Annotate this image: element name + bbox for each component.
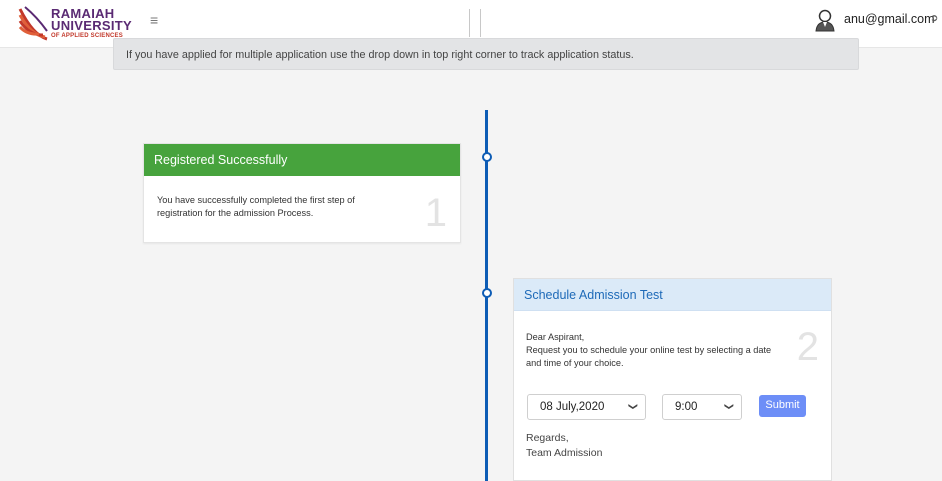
step-number: 2 [796, 325, 819, 369]
step-description: Dear Aspirant, Request you to schedule y… [514, 311, 784, 370]
time-select[interactable]: 9:00 ❯ [662, 394, 742, 420]
user-email[interactable]: anu@gmail.com [844, 12, 935, 26]
timeline-dot [481, 288, 492, 298]
date-select-value: 08 July,2020 [540, 401, 605, 413]
step-title: Schedule Admission Test [514, 279, 831, 311]
logout-icon[interactable]: ➲ [930, 13, 938, 24]
timeline-dot [481, 152, 492, 162]
header-divider [469, 9, 470, 37]
step-description: You have successfully completed the firs… [157, 195, 355, 218]
submit-button[interactable]: Submit [759, 395, 806, 417]
step-title: Registered Successfully [144, 144, 460, 176]
date-select[interactable]: 08 July,2020 ❯ [527, 394, 646, 420]
time-select-value: 9:00 [675, 401, 698, 413]
user-avatar-icon[interactable] [814, 8, 836, 32]
logo-emblem-icon [18, 6, 48, 41]
step-card-registered: Registered Successfully You have success… [143, 143, 461, 243]
info-banner: If you have applied for multiple applica… [113, 38, 859, 70]
hamburger-icon[interactable]: ≡ [150, 12, 158, 28]
step-card-schedule-test: Schedule Admission Test Dear Aspirant, R… [513, 278, 832, 481]
instruction-text: Request you to schedule your online test… [526, 345, 772, 368]
header-divider [480, 9, 481, 37]
logo-line-2: UNIVERSITY [51, 18, 133, 33]
chevron-down-icon: ❯ [628, 402, 639, 411]
step-number: 1 [424, 191, 447, 235]
signature: Regards, Team Admission [526, 431, 602, 461]
regards-text: Regards, [526, 432, 569, 444]
chevron-down-icon: ❯ [724, 402, 735, 411]
team-text: Team Admission [526, 447, 603, 459]
greeting-text: Dear Aspirant, [526, 332, 585, 342]
